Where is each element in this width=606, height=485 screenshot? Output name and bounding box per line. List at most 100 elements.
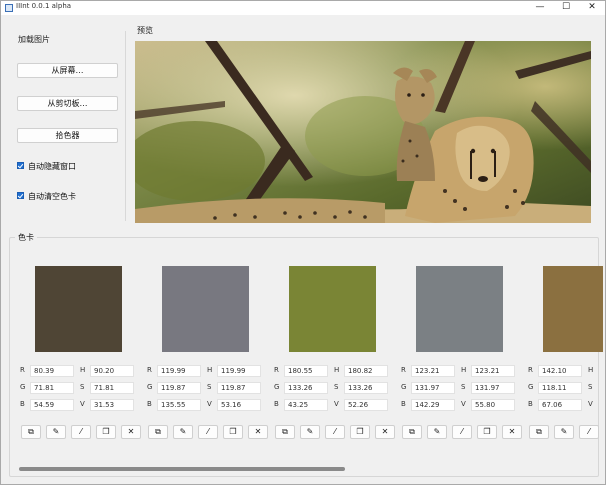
pen-icon[interactable]: ✎ (46, 425, 66, 439)
color-swatch[interactable] (416, 266, 503, 352)
swatch-tools: ⧉ ✎ ⁄ ❐ ✕ (402, 425, 532, 439)
checkbox-checked[interactable] (17, 192, 24, 199)
copy-icon[interactable]: ⧉ (148, 425, 168, 439)
r-row: R 119.99 H 119.99 (147, 365, 277, 378)
app-icon (5, 4, 13, 12)
eyedropper-icon[interactable]: ⁄ (325, 425, 345, 439)
close-icon[interactable]: ✕ (121, 425, 141, 439)
auto-hide-checkbox[interactable]: 自动隐藏窗口 (17, 160, 127, 172)
b-value[interactable]: 67.06 (538, 399, 582, 411)
auto-clear-label: 自动清空色卡 (28, 192, 76, 201)
palette-label: 色卡 (15, 232, 37, 243)
swatch-tools: ⧉ ✎ ⁄ ❐ ✕ (275, 425, 405, 439)
r-row: R 123.21 H 123.21 (401, 365, 531, 378)
close-icon[interactable]: ✕ (375, 425, 395, 439)
r-row: R 180.55 H 180.82 (274, 365, 404, 378)
s-value[interactable]: 131.97 (471, 382, 515, 394)
from-screen-button[interactable]: 从屏幕… (17, 63, 118, 78)
color-swatch[interactable] (162, 266, 249, 352)
eyedropper-icon[interactable]: ⁄ (71, 425, 91, 439)
h-value[interactable]: 119.99 (217, 365, 261, 377)
window-title: IIInt 0.0.1 alpha (16, 2, 72, 10)
title-bar: IIInt 0.0.1 alpha — ☐ ✕ (1, 1, 605, 15)
swatch-column: R 180.55 H 180.82 G 133.26 S 133.26 B 43… (274, 266, 415, 446)
s-value[interactable]: 71.81 (90, 382, 134, 394)
duplicate-icon[interactable]: ❐ (477, 425, 497, 439)
checkbox-checked[interactable] (17, 162, 24, 169)
b-row: B 135.55 V 53.16 (147, 399, 277, 412)
b-value[interactable]: 43.25 (284, 399, 328, 411)
color-swatch[interactable] (543, 266, 603, 352)
swatch-column: R 80.39 H 90.20 G 71.81 S 71.81 B 54.59 … (20, 266, 161, 446)
b-value[interactable]: 54.59 (30, 399, 74, 411)
g-value[interactable]: 131.97 (411, 382, 455, 394)
g-row: G 131.97 S 131.97 (401, 382, 531, 395)
pen-icon[interactable]: ✎ (300, 425, 320, 439)
swatch-tools: ⧉ ✎ ⁄ ❐ ✕ (21, 425, 151, 439)
close-button[interactable]: ✕ (579, 1, 605, 15)
g-value[interactable]: 71.81 (30, 382, 74, 394)
eyedropper-icon[interactable]: ⁄ (198, 425, 218, 439)
b-row: B 54.59 V 31.53 (20, 399, 150, 412)
duplicate-icon[interactable]: ❐ (223, 425, 243, 439)
eyedropper-icon[interactable]: ⁄ (579, 425, 599, 439)
b-value[interactable]: 135.55 (157, 399, 201, 411)
b-value[interactable]: 142.29 (411, 399, 455, 411)
pen-icon[interactable]: ✎ (427, 425, 447, 439)
copy-icon[interactable]: ⧉ (402, 425, 422, 439)
g-row: G 133.26 S 133.26 (274, 382, 404, 395)
g-value[interactable]: 118.11 (538, 382, 582, 394)
b-row: B 43.25 V 52.26 (274, 399, 404, 412)
close-icon[interactable]: ✕ (248, 425, 268, 439)
v-value[interactable]: 31.53 (90, 399, 134, 411)
color-swatch[interactable] (35, 266, 122, 352)
swatch-column: R 119.99 H 119.99 G 119.87 S 119.87 B 13… (147, 266, 288, 446)
r-value[interactable]: 142.10 (538, 365, 582, 377)
divider (125, 31, 126, 221)
swatch-tools-partial: ⧉ ✎ ⁄ (529, 425, 606, 441)
duplicate-icon[interactable]: ❐ (96, 425, 116, 439)
r-value[interactable]: 180.55 (284, 365, 328, 377)
g-value[interactable]: 133.26 (284, 382, 328, 394)
g-row: G 119.87 S 119.87 (147, 382, 277, 395)
h-value[interactable]: 90.20 (90, 365, 134, 377)
copy-icon[interactable]: ⧉ (275, 425, 295, 439)
load-image-label: 加载图片 (18, 35, 50, 44)
h-value[interactable]: 123.21 (471, 365, 515, 377)
swatch-column-partial-values: R 142.10 H G 118.11 S B 67.06 V (528, 365, 594, 411)
h-value[interactable]: 180.82 (344, 365, 388, 377)
pen-icon[interactable]: ✎ (554, 425, 574, 439)
g-row: G 71.81 S 71.81 (20, 382, 150, 395)
color-swatch[interactable] (289, 266, 376, 352)
r-value[interactable]: 123.21 (411, 365, 455, 377)
color-picker-button[interactable]: 拾色器 (17, 128, 118, 143)
r-value[interactable]: 80.39 (30, 365, 74, 377)
horizontal-scrollbar[interactable] (19, 467, 345, 471)
v-value[interactable]: 52.26 (344, 399, 388, 411)
swatch-tools: ⧉ ✎ ⁄ ❐ ✕ (148, 425, 278, 439)
r-value[interactable]: 119.99 (157, 365, 201, 377)
close-icon[interactable]: ✕ (502, 425, 522, 439)
preview-image (135, 41, 591, 223)
copy-icon[interactable]: ⧉ (529, 425, 549, 439)
auto-hide-label: 自动隐藏窗口 (28, 162, 76, 171)
cheetah-photo (135, 41, 591, 223)
preview-label: 预览 (137, 26, 153, 35)
copy-icon[interactable]: ⧉ (21, 425, 41, 439)
maximize-button[interactable]: ☐ (553, 1, 579, 15)
swatch-column: R 123.21 H 123.21 G 131.97 S 131.97 B 14… (401, 266, 542, 446)
app-window: IIInt 0.0.1 alpha — ☐ ✕ 加载图片 从屏幕… 从剪切板… … (0, 0, 606, 485)
s-value[interactable]: 133.26 (344, 382, 388, 394)
b-row: B 142.29 V 55.80 (401, 399, 531, 412)
duplicate-icon[interactable]: ❐ (350, 425, 370, 439)
g-value[interactable]: 119.87 (157, 382, 201, 394)
pen-icon[interactable]: ✎ (173, 425, 193, 439)
minimize-button[interactable]: — (527, 1, 553, 15)
from-clipboard-button[interactable]: 从剪切板… (17, 96, 118, 111)
v-value[interactable]: 53.16 (217, 399, 261, 411)
s-value[interactable]: 119.87 (217, 382, 261, 394)
v-value[interactable]: 55.80 (471, 399, 515, 411)
r-row: R 80.39 H 90.20 (20, 365, 150, 378)
auto-clear-checkbox[interactable]: 自动清空色卡 (17, 190, 127, 202)
eyedropper-icon[interactable]: ⁄ (452, 425, 472, 439)
